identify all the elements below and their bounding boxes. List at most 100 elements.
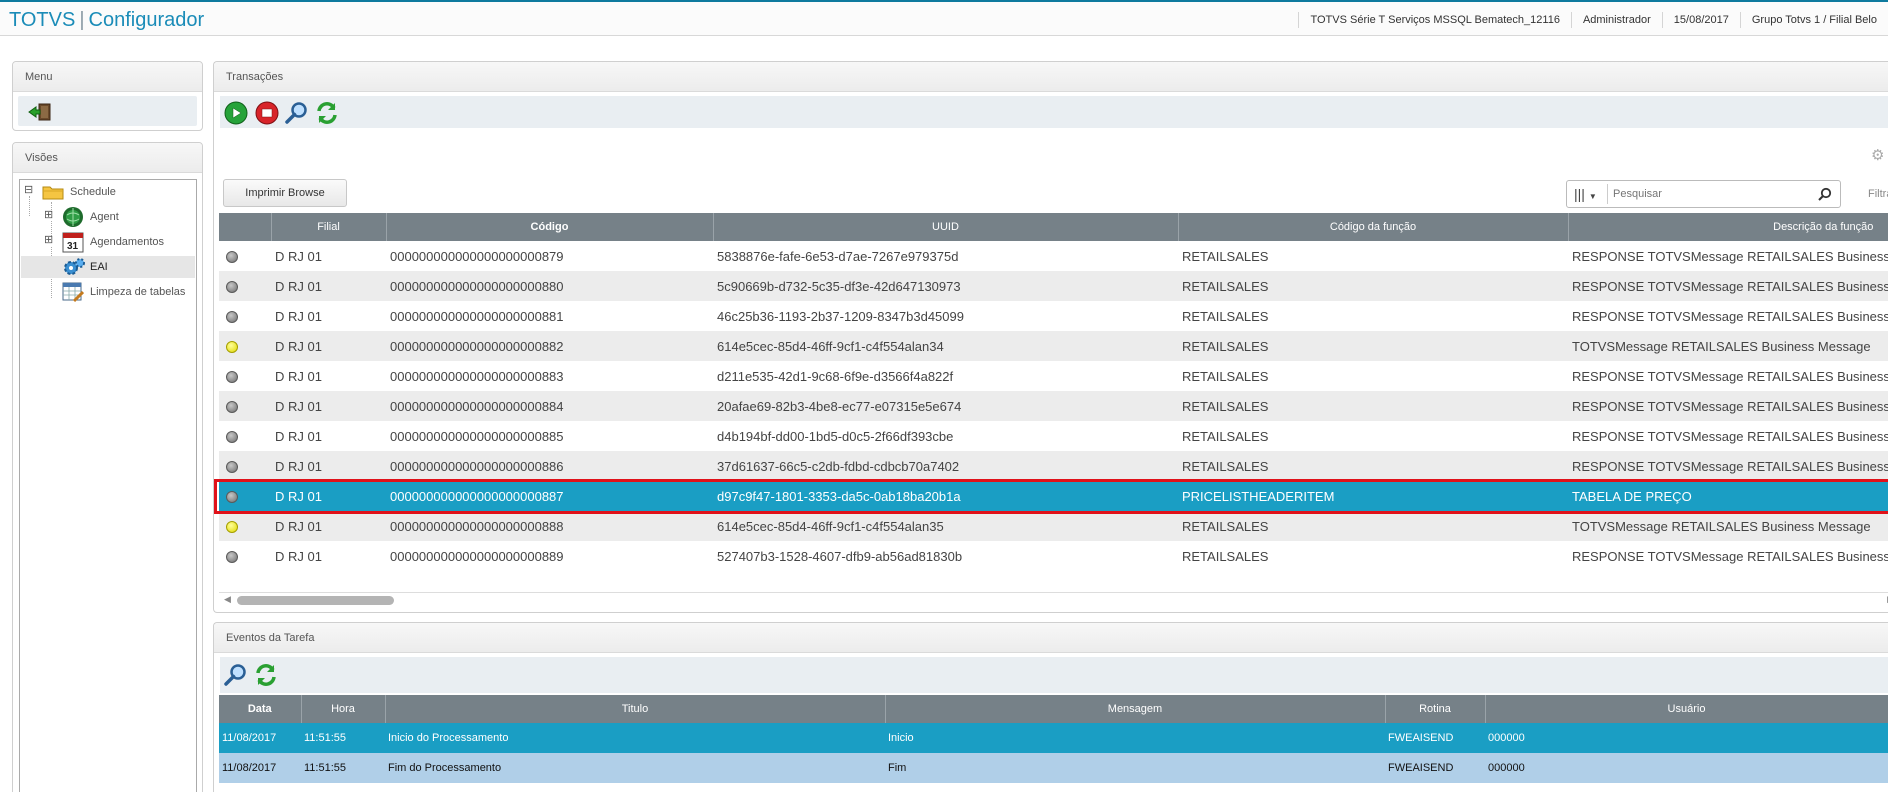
cell-hora: 11:51:55 — [301, 753, 385, 783]
table-clean-icon — [62, 282, 84, 303]
settings-gear-icon[interactable]: ⚙ — [1871, 146, 1884, 164]
cell-hora: 11:51:55 — [301, 723, 385, 753]
cell-uuid: d4b194bf-dd00-1bd5-d0c5-2f66df393cbe — [713, 421, 1178, 451]
tree-node-schedule[interactable]: ⊟ Schedule — [22, 181, 192, 203]
column-header-titulo[interactable]: Titulo — [385, 695, 886, 723]
cell-filial: D RJ 01 — [271, 361, 386, 391]
table-row[interactable]: D RJ 01 000000000000000000000889 527407b3-… — [219, 541, 1888, 571]
cell-descricao-funcao: RESPONSE TOTVSMessage RETAILSALES Busine… — [1568, 541, 1888, 571]
calendar-icon: 31 — [62, 232, 84, 253]
status-gray-icon — [226, 311, 238, 324]
search-box: ||| ▼ — [1566, 180, 1841, 208]
cell-status — [219, 331, 271, 361]
table-row[interactable]: D RJ 01 000000000000000000000884 20afae69-… — [219, 391, 1888, 421]
cell-filial: D RJ 01 — [271, 541, 386, 571]
table-row[interactable]: D RJ 01 000000000000000000000881 46c25b36-… — [219, 301, 1888, 331]
table-row[interactable]: D RJ 01 000000000000000000000886 37d61637-… — [219, 451, 1888, 481]
column-header-hora[interactable]: Hora — [301, 695, 386, 723]
search-icon[interactable] — [285, 101, 309, 125]
eventos-toolbar — [220, 657, 1888, 693]
column-header-codigo-funcao[interactable]: Código da função — [1178, 213, 1569, 241]
transactions-grid: Filial Código UUID Código da função Desc… — [214, 213, 1888, 571]
cell-descricao-funcao: RESPONSE TOTVSMessage RETAILSALES Busine… — [1568, 451, 1888, 481]
table-row[interactable]: D RJ 01 000000000000000000000883 d211e535-… — [219, 361, 1888, 391]
column-header-codigo[interactable]: Código — [386, 213, 714, 241]
column-header-mensagem[interactable]: Mensagem — [885, 695, 1386, 723]
status-gray-icon — [226, 431, 238, 444]
column-header-descricao-funcao[interactable]: Descrição da função — [1568, 213, 1888, 241]
events-grid: Data Hora Titulo Mensagem Rotina Usuário… — [219, 695, 1888, 783]
cell-descricao-funcao: RESPONSE TOTVSMessage RETAILSALES Busine… — [1568, 421, 1888, 451]
cell-uuid: d97c9f47-1801-3353-da5c-0ab18ba20b1a — [713, 481, 1178, 511]
transacoes-panel-title: Transações — [214, 62, 1888, 92]
cell-codigo: 000000000000000000000882 — [386, 331, 713, 361]
tree-node-agendamentos[interactable]: ⊞ 31 Agendamentos — [22, 231, 192, 253]
column-header-uuid[interactable]: UUID — [713, 213, 1179, 241]
visoes-panel: Visões ⊟ Schedule ⊞ Agent ⊞ 31 Agendamen… — [12, 142, 203, 792]
tree-node-label: EAI — [90, 261, 108, 273]
menu-exit-item[interactable] — [18, 96, 197, 126]
column-header-data[interactable]: Data — [219, 695, 302, 723]
cell-status — [219, 541, 271, 571]
cell-descricao-funcao: RESPONSE TOTVSMessage RETAILSALES Busine… — [1568, 241, 1888, 271]
refresh-icon[interactable] — [315, 101, 339, 125]
cell-codigo: 000000000000000000000881 — [386, 301, 713, 331]
cell-titulo: Fim do Processamento — [385, 753, 885, 783]
schedule-tree: ⊟ Schedule ⊞ Agent ⊞ 31 Agendamentos EAI… — [19, 179, 197, 792]
horizontal-scrollbar[interactable]: ◀ ▶ — [219, 592, 1888, 606]
play-icon[interactable] — [224, 101, 248, 125]
search-input[interactable] — [1613, 185, 1813, 203]
column-header-status[interactable] — [219, 213, 272, 241]
cell-status — [219, 361, 271, 391]
stop-icon[interactable] — [255, 101, 279, 125]
expand-toggle[interactable]: ⊞ — [44, 210, 53, 221]
tree-node-label: Agendamentos — [90, 236, 164, 248]
tree-node-label: Schedule — [70, 186, 116, 198]
search-icon[interactable] — [224, 663, 248, 687]
table-row[interactable]: D RJ 01 000000000000000000000888 614e5cec-… — [219, 511, 1888, 541]
table-row[interactable]: D RJ 01 000000000000000000000882 614e5cec-… — [219, 331, 1888, 361]
cell-descricao-funcao: TOTVSMessage RETAILSALES Business Messag… — [1568, 331, 1888, 361]
cell-filial: D RJ 01 — [271, 391, 386, 421]
exit-icon[interactable] — [28, 103, 52, 121]
cell-codigo: 000000000000000000000880 — [386, 271, 713, 301]
cell-uuid: 5c90669b-d732-5c35-df3e-42d647130973 — [713, 271, 1178, 301]
brand-name: TOTVS — [9, 9, 76, 31]
search-icon[interactable] — [1818, 187, 1832, 201]
table-row[interactable]: D RJ 01 000000000000000000000885 d4b194bf-… — [219, 421, 1888, 451]
cell-mensagem: Fim — [885, 753, 1385, 783]
menu-panel: Menu — [12, 61, 203, 131]
tree-node-limpeza[interactable]: Limpeza de tabelas — [22, 281, 192, 303]
cell-codigo: 000000000000000000000886 — [386, 451, 713, 481]
cell-data: 11/08/2017 — [219, 723, 301, 753]
table-row[interactable]: 11/08/2017 11:51:55 Fim do Processamento Fi… — [219, 753, 1888, 783]
columns-selector[interactable]: ||| ▼ — [1570, 184, 1608, 204]
cell-status — [219, 421, 271, 451]
collapse-toggle[interactable]: ⊟ — [24, 185, 33, 196]
scroll-left-icon[interactable]: ◀ — [224, 594, 231, 605]
cell-filial: D RJ 01 — [271, 331, 386, 361]
cell-status — [219, 481, 271, 511]
print-browse-button[interactable]: Imprimir Browse — [223, 179, 347, 207]
tree-node-label: Agent — [90, 211, 119, 223]
cell-codigo-funcao: RETAILSALES — [1178, 391, 1568, 421]
cell-filial: D RJ 01 — [271, 241, 386, 271]
scrollbar-thumb[interactable] — [237, 596, 394, 605]
cell-titulo: Inicio do Processamento — [385, 723, 885, 753]
tree-node-eai[interactable]: EAI — [21, 256, 195, 278]
cell-codigo-funcao: RETAILSALES — [1178, 361, 1568, 391]
date-label: 15/08/2017 — [1661, 12, 1740, 28]
expand-toggle[interactable]: ⊞ — [44, 235, 53, 246]
column-header-usuario[interactable]: Usuário — [1485, 695, 1888, 723]
cell-rotina: FWEAISEND — [1385, 723, 1485, 753]
table-row[interactable]: D RJ 01 000000000000000000000880 5c90669b-… — [219, 271, 1888, 301]
status-gray-icon — [226, 371, 238, 384]
table-row[interactable]: D RJ 01 000000000000000000000887 d97c9f47-… — [219, 481, 1888, 511]
environment-label: TOTVS Série T Serviços MSSQL Bematech_12… — [1298, 12, 1570, 28]
column-header-rotina[interactable]: Rotina — [1385, 695, 1486, 723]
table-row[interactable]: 11/08/2017 11:51:55 Inicio do Processament… — [219, 723, 1888, 753]
refresh-icon[interactable] — [254, 663, 278, 687]
column-header-filial[interactable]: Filial — [271, 213, 387, 241]
table-row[interactable]: D RJ 01 000000000000000000000879 5838876e-… — [219, 241, 1888, 271]
tree-node-agent[interactable]: ⊞ Agent — [22, 206, 192, 228]
